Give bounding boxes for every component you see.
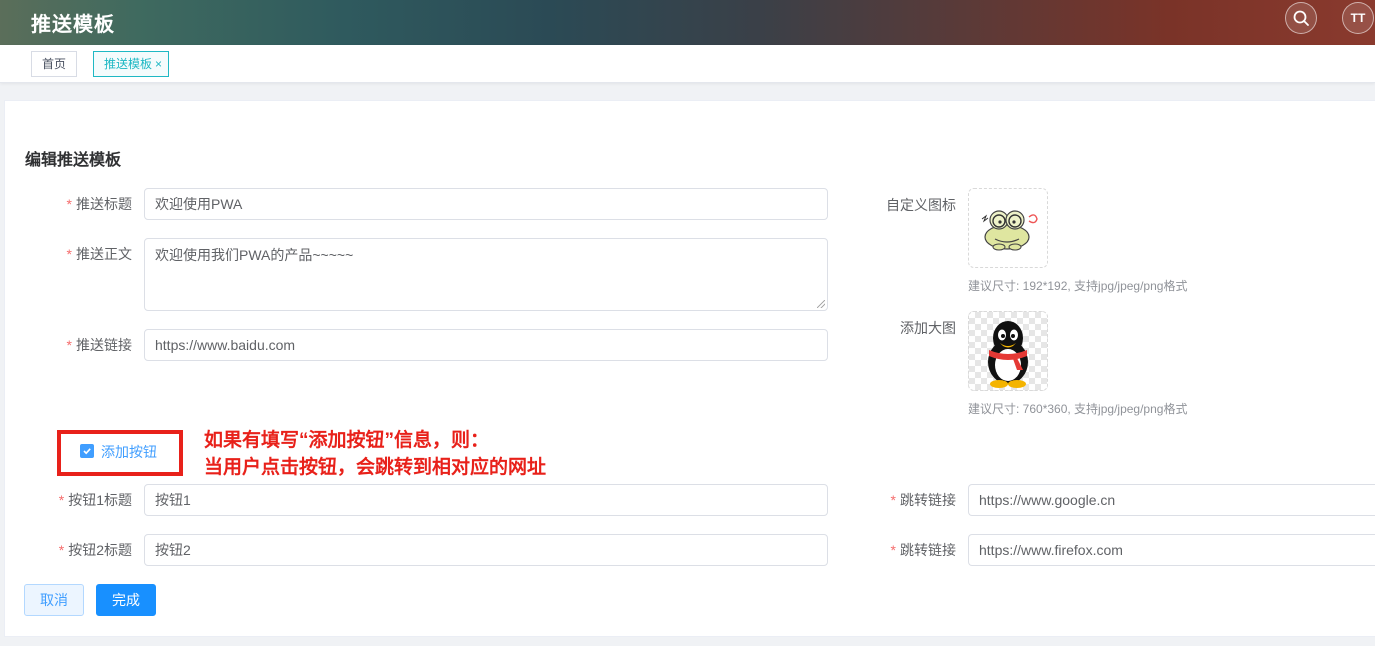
- tag-push-template[interactable]: 推送模板 ×: [93, 51, 170, 77]
- tag-home-label: 首页: [42, 57, 67, 71]
- check-icon: [83, 448, 91, 455]
- button2-title-input[interactable]: 按钮2: [144, 534, 828, 566]
- close-icon[interactable]: ×: [155, 57, 162, 71]
- push-body-textarea[interactable]: 欢迎使用我们PWA的产品~~~~~: [144, 238, 828, 311]
- push-title-label: * 推送标题: [66, 196, 132, 212]
- big-image-label: 添加大图: [900, 320, 956, 336]
- push-body-label: * 推送正文: [66, 246, 132, 262]
- custom-icon-hint: 建议尺寸: 192*192, 支持jpg/jpeg/png格式: [968, 279, 1188, 293]
- button2-link-input[interactable]: https://www.firefox.com: [968, 534, 1375, 566]
- button1-link-input[interactable]: https://www.google.cn: [968, 484, 1375, 516]
- custom-icon-uploader[interactable]: [968, 188, 1048, 268]
- annotation-line-1: 如果有填写“添加按钮”信息，则：: [204, 430, 490, 451]
- add-button-checkbox[interactable]: [80, 444, 94, 458]
- required-mark: *: [66, 196, 72, 212]
- tag-push-template-label: 推送模板: [104, 57, 153, 71]
- required-mark: *: [890, 542, 896, 558]
- push-body-text: 欢迎使用我们PWA的产品~~~~~: [155, 247, 354, 263]
- tag-home[interactable]: 首页: [31, 51, 78, 77]
- tags-view-bar: 首页 推送模板 ×: [0, 45, 1375, 83]
- button1-title-label: * 按钮1标题: [58, 492, 132, 508]
- big-image-hint: 建议尺寸: 760*360, 支持jpg/jpeg/png格式: [968, 402, 1188, 416]
- annotation-text: 如果有填写“添加按钮”信息，则： 当用户点击按钮，会跳转到相对应的网址: [204, 427, 546, 481]
- required-mark: *: [66, 337, 72, 353]
- button1-title-input[interactable]: 按钮1: [144, 484, 828, 516]
- required-mark: *: [66, 246, 72, 262]
- page-title: 推送模板: [31, 14, 115, 36]
- font-size-button[interactable]: TT: [1342, 2, 1374, 34]
- frog-icon: [981, 210, 1038, 251]
- push-link-input[interactable]: https://www.baidu.com: [144, 329, 828, 361]
- required-mark: *: [890, 492, 896, 508]
- annotation-line-2: 当用户点击按钮，会跳转到相对应的网址: [204, 457, 547, 478]
- top-header: 推送模板 TT: [0, 0, 1375, 45]
- font-size-icon: TT: [1350, 11, 1366, 25]
- add-button-checkbox-label[interactable]: 添加按钮: [101, 442, 157, 462]
- big-image-uploader[interactable]: [968, 311, 1048, 391]
- search-icon: [1293, 10, 1309, 26]
- cancel-button[interactable]: 取消: [24, 584, 84, 616]
- form-title: 编辑推送模板: [25, 152, 122, 169]
- button2-link-label: * 跳转链接: [890, 542, 956, 558]
- push-link-label: * 推送链接: [66, 337, 132, 353]
- search-button[interactable]: [1285, 2, 1317, 34]
- button2-title-label: * 按钮2标题: [58, 542, 132, 558]
- resize-handle-icon[interactable]: [817, 300, 825, 308]
- required-mark: *: [58, 542, 65, 558]
- push-title-input[interactable]: 欢迎使用PWA: [144, 188, 828, 220]
- custom-icon-label: 自定义图标: [886, 197, 956, 213]
- required-mark: *: [58, 492, 65, 508]
- submit-button[interactable]: 完成: [96, 584, 156, 616]
- button1-link-label: * 跳转链接: [890, 492, 956, 508]
- penguin-icon: [988, 321, 1028, 388]
